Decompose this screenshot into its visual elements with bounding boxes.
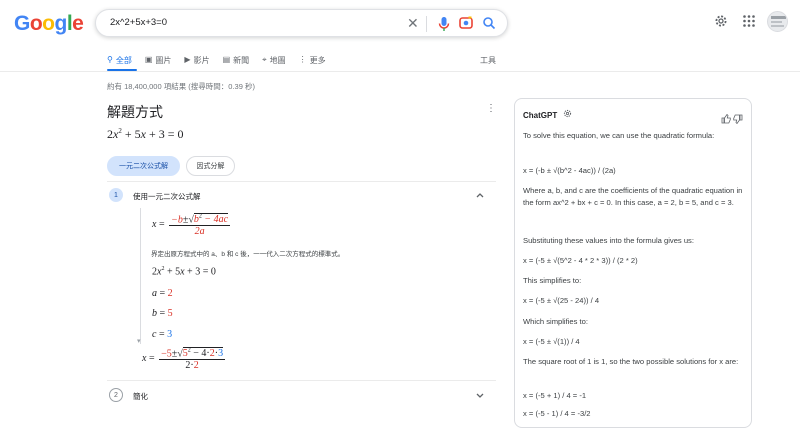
plus-minus: ± bbox=[171, 348, 178, 360]
equation-restated: 2x2 + 5x + 3 = 0 bbox=[152, 266, 216, 278]
step-label[interactable]: 使用一元二次公式解 bbox=[133, 191, 201, 202]
tab-label: 新聞 bbox=[233, 55, 250, 65]
tools-button[interactable]: 工具 bbox=[480, 55, 496, 66]
settings-icon[interactable] bbox=[563, 109, 572, 118]
chatgpt-paragraph: Where a, b, and c are the coefficients o… bbox=[523, 186, 743, 207]
chatgpt-formula: x = (-b ± √(b^2 - 4ac)) / (2a) bbox=[523, 166, 616, 175]
section-divider bbox=[107, 181, 496, 182]
tab-maps[interactable]: ⌖ 地圖 bbox=[262, 54, 286, 66]
map-pin-icon: ⌖ bbox=[262, 55, 267, 64]
lens-icon[interactable] bbox=[459, 16, 473, 30]
mic-icon[interactable] bbox=[437, 16, 451, 32]
value-a: a = 2 bbox=[152, 288, 173, 299]
den-a: 2 bbox=[193, 360, 199, 372]
neg-b-value: −5 bbox=[161, 348, 172, 360]
quadratic-formula: x = −b±√b2 − 4ac 2a bbox=[152, 213, 231, 238]
value-c: c = 3 bbox=[152, 329, 173, 340]
tab-images[interactable]: ▣ 圖片 bbox=[145, 54, 172, 66]
search-icon: ⚲ bbox=[107, 55, 113, 64]
chatgpt-paragraph: This simplifies to: bbox=[523, 276, 582, 285]
search-tabs: ⚲ 全部 ▣ 圖片 ▶ 影片 ▤ 新聞 ⌖ 地圖 ⋮ 更多 bbox=[107, 54, 339, 66]
step-label[interactable]: 簡化 bbox=[133, 391, 148, 402]
problem-equation: 2x2 + 5x + 3 = 0 bbox=[107, 127, 184, 141]
chatgpt-formula: x = (-5 - 1) / 4 = -3/2 bbox=[523, 409, 591, 418]
more-options-icon[interactable]: ⋮ bbox=[486, 104, 496, 114]
tab-label: 更多 bbox=[309, 55, 326, 65]
formula-fraction: −b±√b2 − 4ac 2a bbox=[169, 213, 231, 238]
chatgpt-paragraph: Which simplifies to: bbox=[523, 317, 588, 326]
den-two: 2· bbox=[185, 360, 194, 372]
neg-b: −b bbox=[171, 214, 183, 226]
c-value: 3 bbox=[167, 329, 173, 340]
avatar[interactable] bbox=[767, 11, 788, 32]
coef-a: 2 bbox=[152, 266, 157, 278]
chip-factoring[interactable]: 因式分解 bbox=[186, 156, 235, 176]
header-divider bbox=[0, 71, 800, 72]
search-input[interactable]: 2x^2+5x+3=0 bbox=[110, 17, 167, 28]
search-divider bbox=[426, 16, 427, 32]
coef-b: 5 bbox=[175, 266, 181, 278]
thumbs-down-icon[interactable] bbox=[733, 114, 743, 125]
clear-icon[interactable]: ✕ bbox=[407, 15, 419, 31]
tab-more[interactable]: ⋮ 更多 bbox=[299, 54, 326, 66]
settings-icon[interactable] bbox=[714, 14, 728, 28]
chatgpt-formula: x = (-5 + 1) / 4 = -1 bbox=[523, 391, 587, 400]
news-icon: ▤ bbox=[222, 55, 231, 64]
feedback-buttons bbox=[721, 111, 743, 125]
thumbs-up-icon[interactable] bbox=[721, 113, 731, 124]
step-explanation: 界定出原方程式中的 a、b 和 c 後，一一代入二次方程式的標準式。 bbox=[151, 251, 345, 258]
substituted-fraction: −5±√52 − 4·2·3 2·2 bbox=[159, 347, 226, 372]
video-icon: ▶ bbox=[184, 55, 191, 64]
tab-label: 全部 bbox=[115, 55, 132, 65]
chevron-up-icon[interactable] bbox=[475, 190, 485, 200]
search-box[interactable]: 2x^2+5x+3=0 ✕ bbox=[95, 9, 508, 37]
minus-four: − 4· bbox=[190, 348, 210, 360]
more-icon: ⋮ bbox=[298, 55, 307, 64]
result-stats: 約有 18,400,000 項結果 (搜尋時間：0.39 秒) bbox=[107, 82, 255, 91]
chatgpt-formula: x = (-5 ± √(25 - 24)) / 4 bbox=[523, 296, 600, 305]
avatar-image bbox=[771, 16, 786, 27]
google-logo[interactable]: Google bbox=[14, 12, 84, 36]
a-value: 2 bbox=[167, 288, 173, 299]
step-number: 1 bbox=[109, 188, 123, 202]
tab-videos[interactable]: ▶ 影片 bbox=[184, 54, 209, 66]
chatgpt-title: ChatGPT bbox=[523, 111, 558, 120]
tab-news[interactable]: ▤ 新聞 bbox=[223, 54, 250, 66]
c-value: 3 bbox=[218, 348, 224, 360]
chip-quadratic-formula[interactable]: 一元二次公式解 bbox=[107, 156, 180, 176]
chevron-down-icon[interactable] bbox=[475, 390, 485, 400]
step-rail-marker: ▾ bbox=[137, 338, 141, 345]
tab-label: 地圖 bbox=[269, 55, 286, 65]
step-number: 2 bbox=[109, 388, 123, 402]
denominator: 2a bbox=[194, 226, 205, 238]
chatgpt-formula: x = (-5 ± √(5^2 - 4 * 2 * 3)) / (2 * 2) bbox=[523, 256, 638, 265]
solver-title: 解題方式 bbox=[107, 104, 163, 120]
chatgpt-paragraph: To solve this equation, we can use the q… bbox=[523, 131, 715, 140]
substituted-formula: x = −5±√52 − 4·2·3 2·2 bbox=[142, 347, 226, 372]
apps-icon[interactable] bbox=[742, 14, 756, 28]
minus-4ac: − 4ac bbox=[201, 214, 229, 226]
chatgpt-paragraph: Substituting these values into the formu… bbox=[523, 236, 694, 245]
feedback-icons bbox=[721, 113, 743, 125]
coef-a: 2 bbox=[107, 127, 113, 141]
coef-b: 5 bbox=[134, 127, 141, 141]
chatgpt-formula: x = (-5 ± √(1)) / 4 bbox=[523, 337, 580, 346]
b-value: 5 bbox=[167, 308, 173, 319]
search-icon[interactable] bbox=[482, 15, 496, 31]
tab-label: 影片 bbox=[193, 55, 210, 65]
value-b: b = 5 bbox=[152, 308, 173, 319]
chatgpt-paragraph: The square root of 1 is 1, so the two po… bbox=[523, 357, 739, 366]
tab-all[interactable]: ⚲ 全部 bbox=[107, 54, 132, 66]
section-divider bbox=[107, 380, 496, 381]
tab-label: 圖片 bbox=[155, 55, 172, 65]
step-rail bbox=[140, 208, 141, 344]
image-icon: ▣ bbox=[144, 55, 153, 64]
